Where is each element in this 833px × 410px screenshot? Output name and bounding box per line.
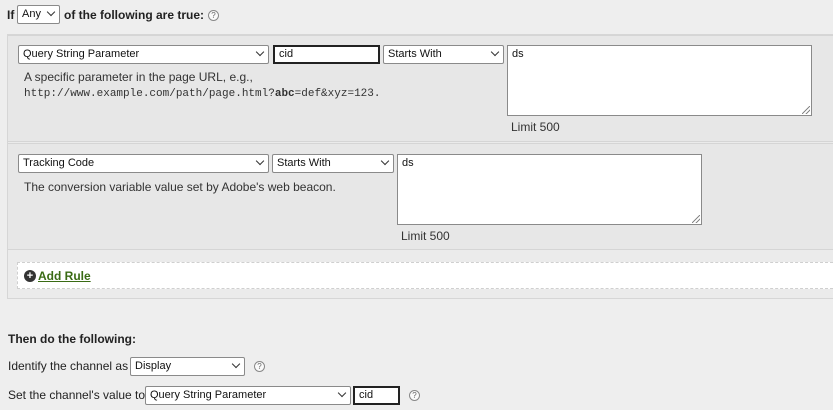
rule-2-value-textarea[interactable]: ds: [397, 154, 702, 225]
then-heading: Then do the following:: [8, 332, 136, 346]
rule-2-operator-value: Starts With: [277, 157, 331, 169]
help-icon[interactable]: ?: [409, 390, 420, 401]
match-mode-select[interactable]: Any: [17, 5, 60, 24]
chevron-down-icon: [257, 160, 264, 167]
chevron-down-icon: [339, 392, 346, 399]
channel-select[interactable]: Display: [130, 357, 245, 376]
rule-2-operator-select[interactable]: Starts With: [272, 154, 394, 173]
rule-2-description: The conversion variable value set by Ado…: [24, 180, 336, 194]
rule-2-field-value: Tracking Code: [23, 157, 95, 169]
help-icon[interactable]: ?: [208, 10, 219, 21]
add-rule-link[interactable]: Add Rule: [38, 269, 91, 283]
channel-value-select[interactable]: Query String Parameter: [145, 386, 351, 405]
identify-channel-label: Identify the channel as: [8, 359, 129, 373]
rule-2-value-text: ds: [402, 157, 414, 169]
example-url-start: http://www.example.com/path/page.html?: [24, 88, 275, 100]
chevron-down-icon: [257, 51, 264, 58]
rule-1-param-value: cid: [279, 48, 294, 60]
channel-value-label: Set the channel's value to: [8, 388, 146, 402]
rule-1-param-input[interactable]: cid: [273, 45, 380, 64]
chevron-down-icon: [492, 51, 499, 58]
rule-1-value-textarea[interactable]: ds: [507, 45, 812, 116]
example-url-param: abc: [274, 88, 295, 100]
channel-value-select-value: Query String Parameter: [150, 389, 267, 401]
if-label: If: [7, 8, 15, 22]
chevron-down-icon: [382, 160, 389, 167]
rule-1-field-value: Query String Parameter: [23, 48, 140, 60]
rule-1-description: A specific parameter in the page URL, e.…: [24, 70, 253, 84]
chevron-down-icon: [233, 363, 240, 370]
plus-circle-icon[interactable]: +: [24, 270, 36, 282]
match-mode-value: Any: [22, 8, 41, 20]
channel-value-param-input[interactable]: cid: [353, 386, 400, 405]
condition-suffix: of the following are true:: [64, 8, 204, 22]
rule-1-limit: Limit 500: [511, 120, 560, 134]
rule-1-operator-select[interactable]: Starts With: [383, 45, 504, 64]
example-url-end: =def&xyz=123.: [294, 88, 381, 100]
rule-2-limit: Limit 500: [401, 229, 450, 243]
rule-1-operator-value: Starts With: [388, 48, 442, 60]
rule-2-field-select[interactable]: Tracking Code: [18, 154, 269, 173]
chevron-down-icon: [48, 11, 55, 18]
help-icon[interactable]: ?: [254, 361, 265, 372]
rule-1-field-select[interactable]: Query String Parameter: [18, 45, 269, 64]
resize-grip-icon[interactable]: [692, 215, 700, 223]
rule-1-example: http://www.example.com/path/page.html?ab…: [24, 88, 380, 100]
rule-1-value-text: ds: [512, 48, 524, 60]
channel-value-param-text: cid: [359, 389, 374, 401]
channel-select-value: Display: [135, 360, 172, 372]
resize-grip-icon[interactable]: [802, 106, 810, 114]
add-rule-bar: [17, 262, 833, 289]
